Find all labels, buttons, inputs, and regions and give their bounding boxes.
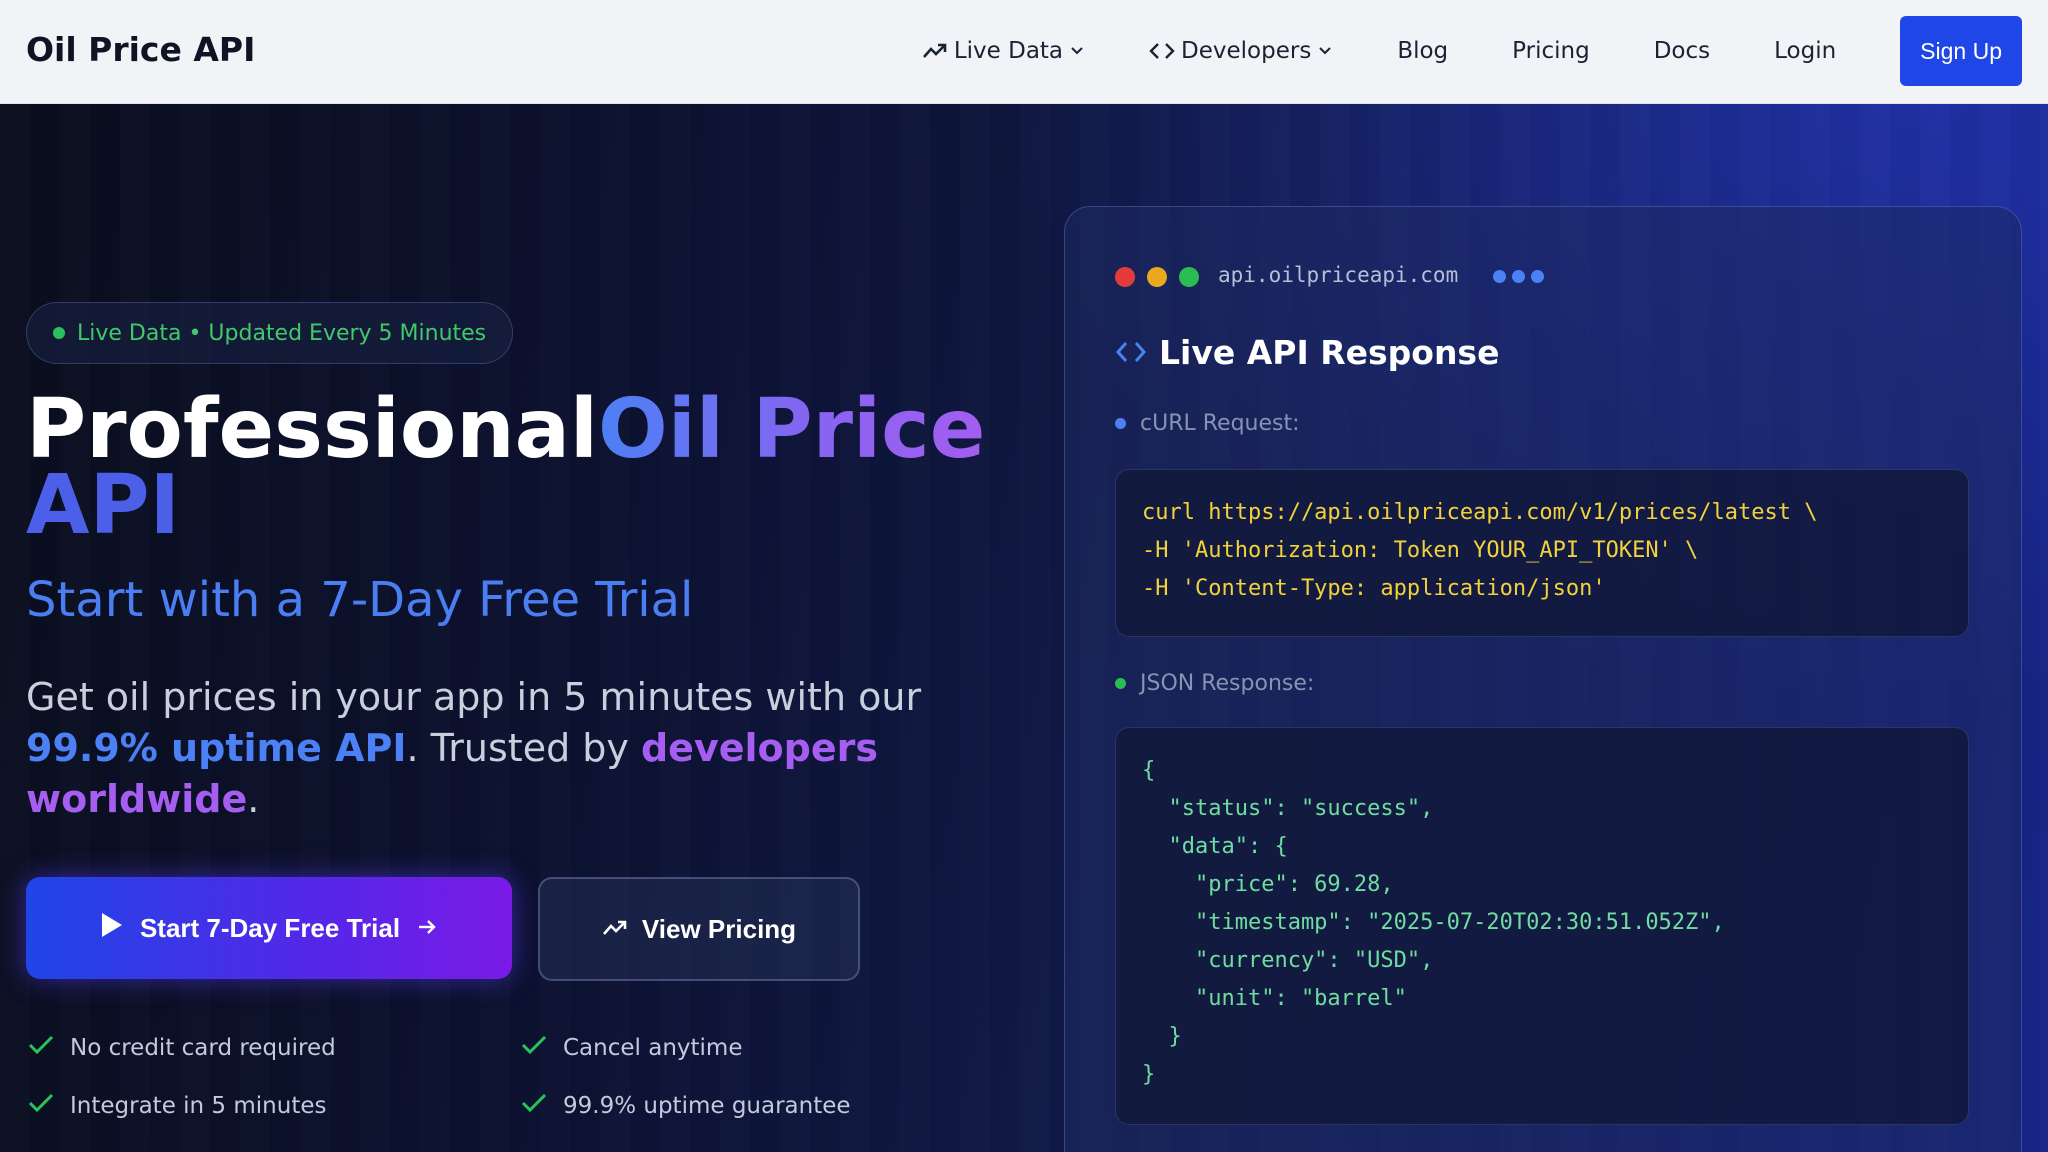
- trending-up-icon: [602, 914, 628, 945]
- nav-developers[interactable]: Developers: [1149, 38, 1333, 64]
- headline-api: API: [26, 458, 181, 553]
- start-trial-label: Start 7-Day Free Trial: [139, 912, 401, 943]
- maximize-dot: [1179, 267, 1199, 287]
- headline-oil-price: Oil Price: [598, 382, 986, 477]
- nav-live-data-label: Live Data: [953, 38, 1064, 64]
- json-line: "unit": "barrel": [1142, 986, 1407, 1011]
- curl-dot: [1115, 418, 1126, 429]
- json-line: "currency": "USD",: [1142, 948, 1434, 973]
- curl-line: -H 'Authorization: Token YOUR_API_TOKEN'…: [1142, 538, 1699, 563]
- json-dot: [1115, 678, 1126, 689]
- json-line: "status": "success",: [1142, 796, 1434, 821]
- check-icon: [28, 1034, 54, 1062]
- play-icon: [100, 911, 124, 946]
- json-line: "price": 69.28,: [1142, 872, 1394, 897]
- curl-code-block[interactable]: curl https://api.oilpriceapi.com/v1/pric…: [1115, 469, 1969, 637]
- check-icon: [521, 1034, 547, 1062]
- start-free-trial-button[interactable]: Start 7-Day Free Trial: [26, 877, 512, 979]
- api-url-label: api.oilpriceapi.com: [1218, 263, 1459, 287]
- nav-blog[interactable]: Blog: [1397, 38, 1448, 64]
- check-icon: [521, 1092, 547, 1120]
- feature-label: Cancel anytime: [563, 1035, 743, 1061]
- close-dot: [1115, 267, 1135, 287]
- sign-up-button[interactable]: Sign Up: [1900, 16, 2022, 86]
- view-pricing-label: View Pricing: [641, 913, 797, 944]
- trending-up-icon: [922, 41, 948, 61]
- curl-request-label: cURL Request:: [1115, 411, 1300, 436]
- feature-no-credit-card: No credit card required: [28, 1034, 336, 1062]
- hero-description: Get oil prices in your app in 5 minutes …: [26, 672, 986, 825]
- panel-title: Live API Response: [1115, 333, 1499, 372]
- minimize-dot: [1147, 267, 1167, 287]
- hero-headline: ProfessionalOil Price API: [26, 389, 1026, 547]
- code-icon: [1115, 333, 1147, 372]
- feature-label: Integrate in 5 minutes: [70, 1093, 327, 1119]
- desc-part-3: . Trusted by: [406, 726, 641, 770]
- panel-title-label: Live API Response: [1159, 333, 1500, 372]
- nav-live-data[interactable]: Live Data: [922, 38, 1085, 64]
- loading-dots-icon: [1493, 270, 1544, 283]
- nav-docs[interactable]: Docs: [1654, 38, 1710, 64]
- live-badge-label: Live Data • Updated Every 5 Minutes: [77, 320, 487, 346]
- json-line: }: [1142, 1062, 1156, 1087]
- json-line: "timestamp": "2025-07-20T02:30:51.052Z",: [1142, 910, 1725, 935]
- feature-uptime-guarantee: 99.9% uptime guarantee: [521, 1092, 851, 1120]
- code-icon: [1149, 41, 1175, 61]
- chevron-down-icon: [1069, 45, 1085, 57]
- chevron-down-icon: [1317, 45, 1333, 57]
- arrow-right-icon: [416, 913, 438, 944]
- feature-label: 99.9% uptime guarantee: [563, 1093, 851, 1119]
- view-pricing-button[interactable]: View Pricing: [538, 877, 860, 981]
- hero-section: Live Data • Updated Every 5 Minutes Prof…: [0, 104, 2048, 1152]
- window-controls: [1115, 267, 1199, 287]
- brand-logo[interactable]: Oil Price API: [26, 30, 255, 69]
- nav-login[interactable]: Login: [1774, 38, 1836, 64]
- hero-subheadline: Start with a 7-Day Free Trial: [26, 572, 694, 628]
- desc-part-1: Get oil prices in your app in 5 minutes …: [26, 675, 922, 719]
- json-line: "data": {: [1142, 834, 1288, 859]
- json-code-block[interactable]: { "status": "success", "data": { "price"…: [1115, 727, 1969, 1125]
- live-status-dot: [53, 327, 65, 339]
- check-icon: [28, 1092, 54, 1120]
- json-response-label: JSON Response:: [1115, 671, 1314, 696]
- desc-period: .: [247, 777, 260, 821]
- feature-cancel-anytime: Cancel anytime: [521, 1034, 742, 1062]
- top-navbar: Oil Price API Live Data Developers Blog …: [0, 0, 2048, 104]
- curl-line: -H 'Content-Type: application/json': [1142, 576, 1606, 601]
- live-data-badge: Live Data • Updated Every 5 Minutes: [26, 302, 514, 364]
- feature-integrate-5-min: Integrate in 5 minutes: [28, 1092, 326, 1120]
- desc-uptime-highlight: 99.9% uptime API: [26, 726, 407, 770]
- nav-developers-label: Developers: [1181, 38, 1312, 64]
- json-line: {: [1142, 758, 1156, 783]
- json-label-text: JSON Response:: [1140, 671, 1315, 696]
- feature-label: No credit card required: [70, 1035, 336, 1061]
- api-response-panel: api.oilpriceapi.com Live API Response cU…: [1064, 206, 2022, 1152]
- nav-links: Live Data Developers Blog Pricing Docs L…: [922, 16, 2022, 86]
- json-line: }: [1142, 1024, 1182, 1049]
- curl-label-text: cURL Request:: [1140, 411, 1300, 436]
- curl-line: curl https://api.oilpriceapi.com/v1/pric…: [1142, 500, 1818, 525]
- nav-pricing[interactable]: Pricing: [1512, 38, 1590, 64]
